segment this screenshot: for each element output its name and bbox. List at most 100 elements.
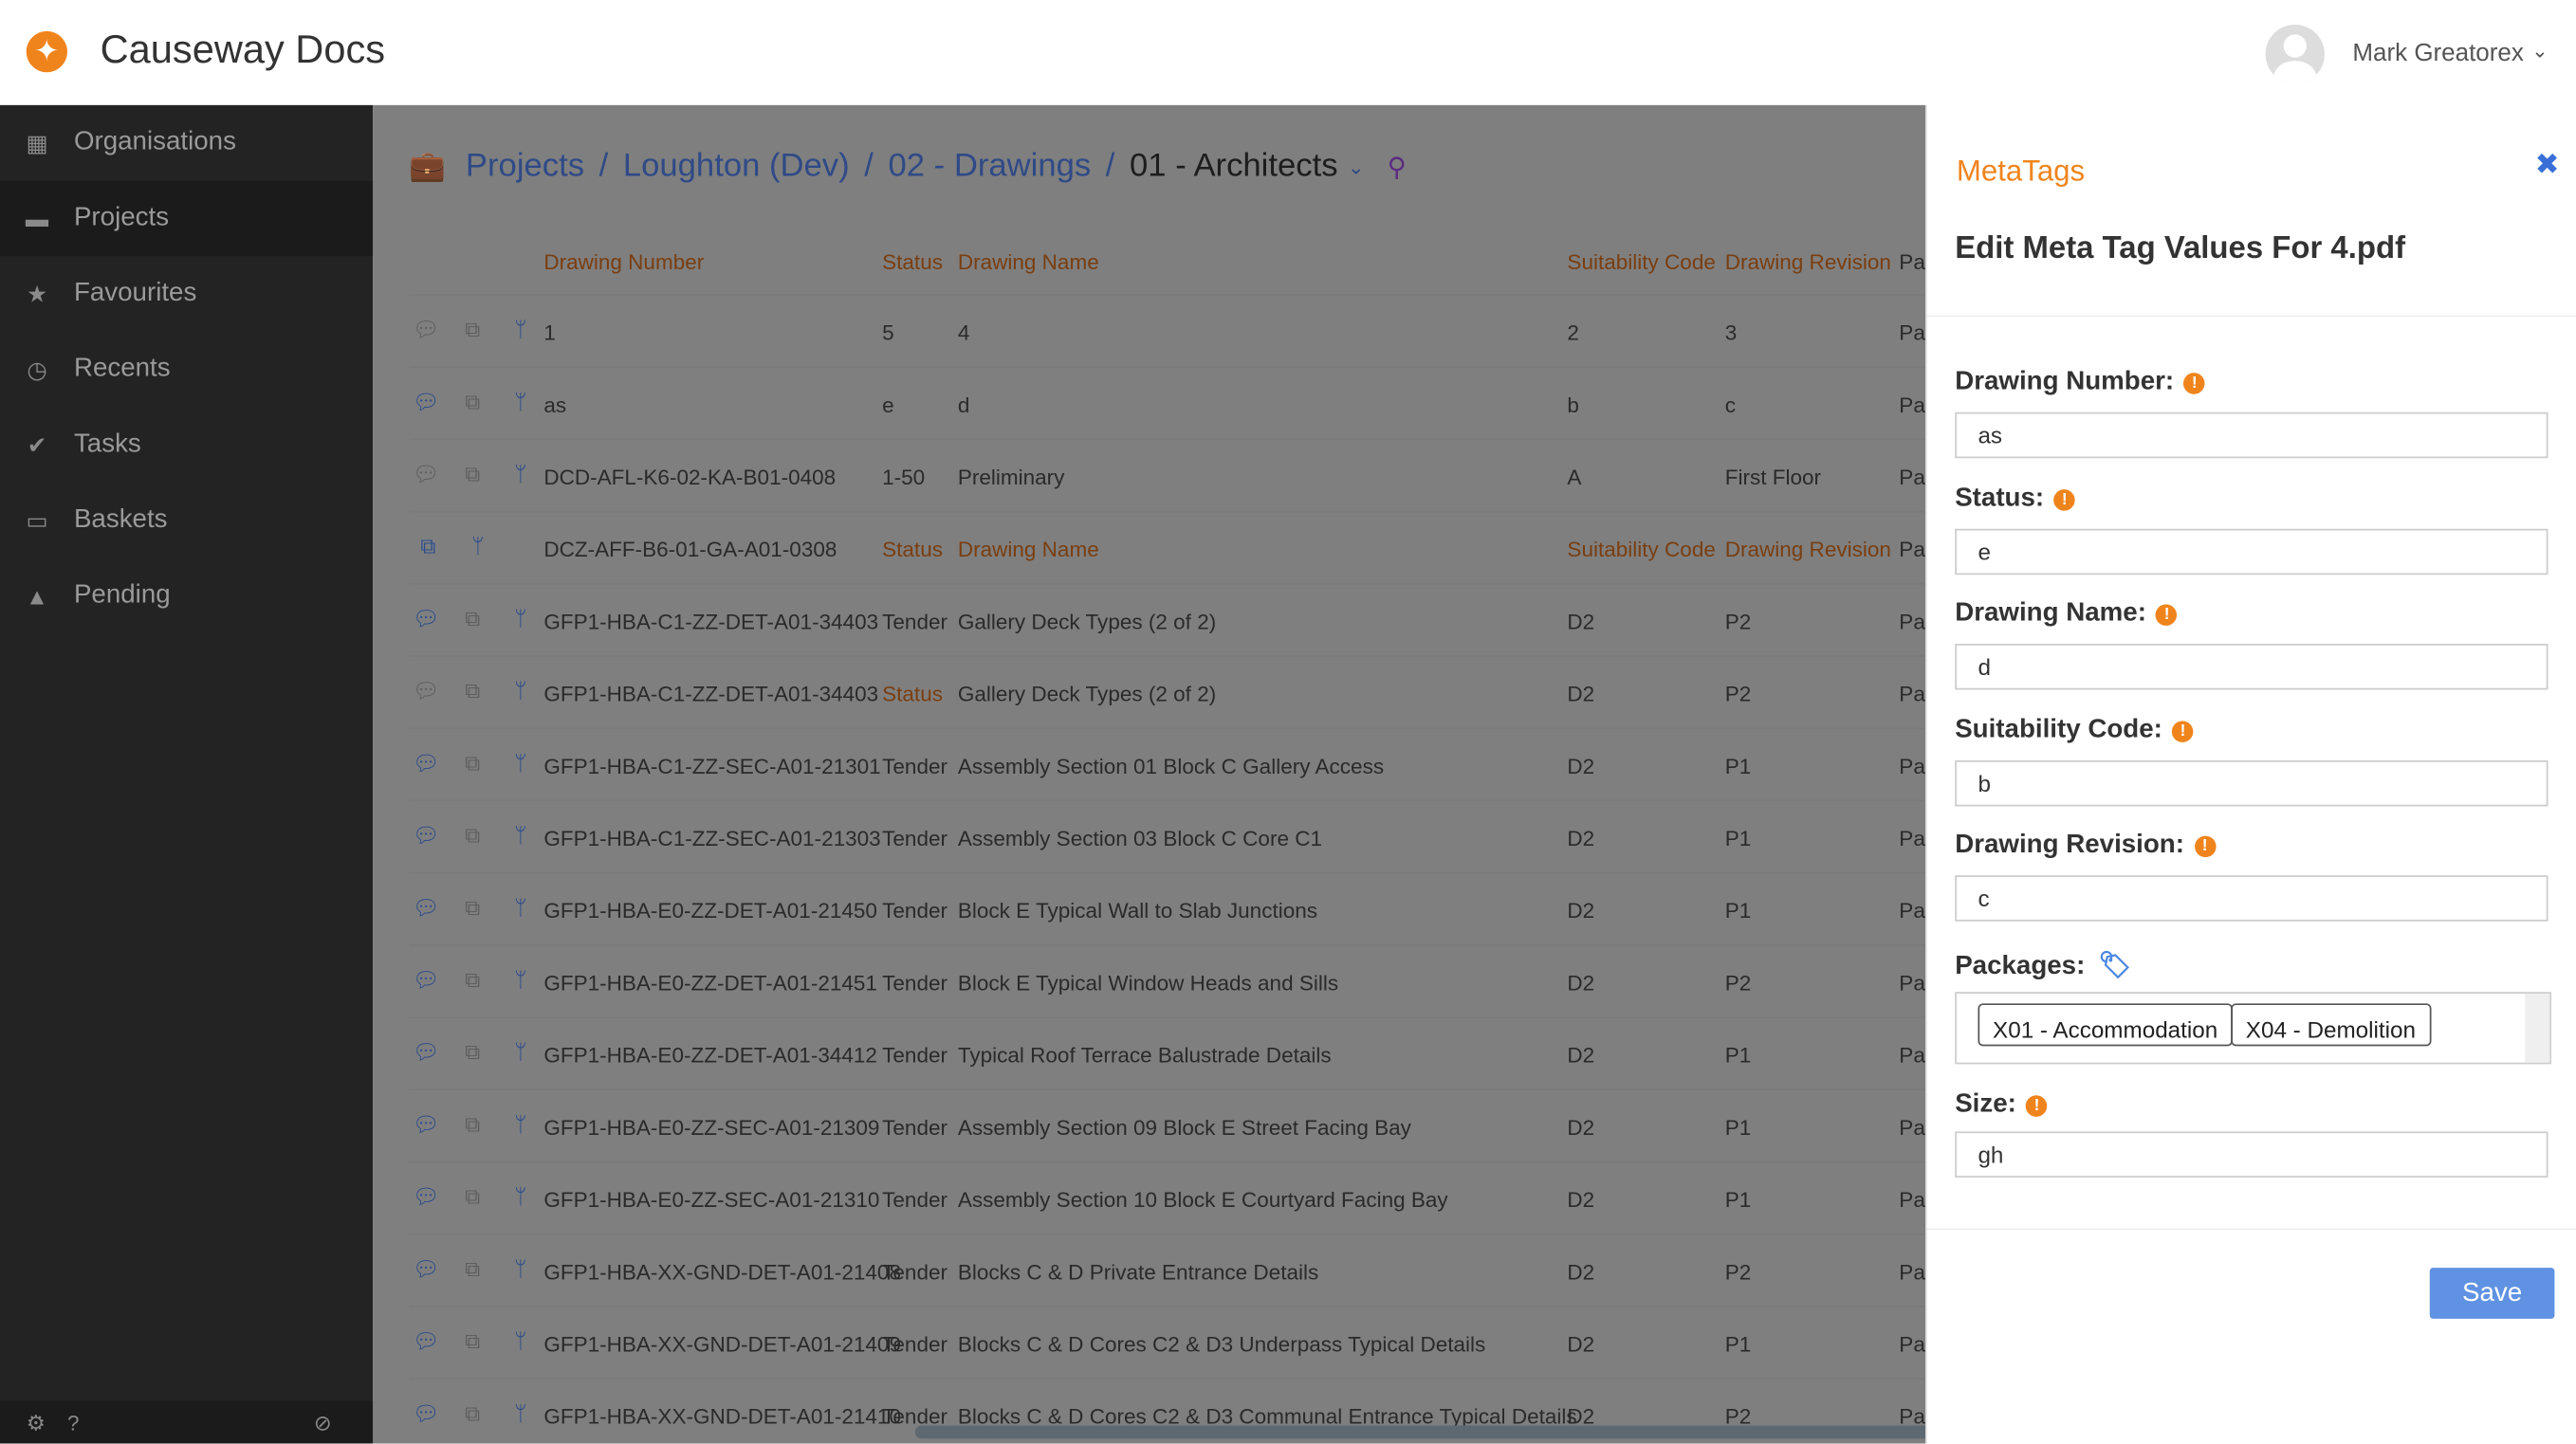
comments-icon[interactable]: 💬︎ [413,751,440,777]
avatar[interactable] [2265,24,2325,84]
packages-input[interactable]: X01 - Accommodation X04 - Demolition [1955,992,2551,1065]
save-button[interactable]: Save [2429,1268,2555,1319]
comments-icon[interactable]: 💬︎ [413,1112,440,1139]
column-header-status[interactable]: Status [882,249,943,274]
gear-icon[interactable]: ⚙ [27,1411,46,1437]
table-row[interactable]: 💬︎ ⧉ ᛘ GFP1-HBA-C1-ZZ-DET-A01-34403 Tender Ga… [409,585,1926,657]
chevron-down-icon[interactable]: ⌄ [1348,155,1364,178]
comments-icon[interactable]: 💬︎ [413,823,440,850]
copy-icon[interactable]: ⧉ [465,462,480,488]
comments-icon[interactable]: 💬︎ [413,895,440,922]
comments-icon[interactable]: 💬︎ [413,462,440,488]
breadcrumb-projects[interactable]: Projects [466,148,584,186]
comments-icon[interactable]: 💬︎ [413,967,440,994]
copy-icon[interactable]: ⧉ [465,678,480,704]
comments-icon[interactable]: 💬︎ [413,678,440,704]
status-field[interactable]: e [1955,528,2548,576]
suitability-code-field[interactable]: b [1955,759,2548,807]
table-row[interactable]: 💬︎ ⧉ ᛘ GFP1-HBA-E0-ZZ-DET-A01-34412 Tender Ty… [409,1018,1926,1091]
column-header-suitability-code[interactable]: Suitability Code [1567,249,1715,274]
breadcrumb-folder[interactable]: 02 - Drawings [888,148,1091,186]
table-row[interactable]: 💬︎ ⧉ ᛘ GFP1-HBA-E0-ZZ-DET-A01-21451 Tender Bl… [409,946,1926,1018]
drawing-name-field[interactable]: d [1955,643,2548,690]
copy-icon[interactable]: ⧉ [465,1400,480,1427]
copy-icon[interactable]: ⧉ [465,606,480,632]
branch-icon[interactable]: ᛘ [514,1256,527,1281]
sidebar-item-baskets[interactable]: ▭ Baskets [0,483,373,558]
comments-icon[interactable]: 💬︎ [413,606,440,632]
branch-icon[interactable]: ᛘ [514,1039,527,1064]
close-icon[interactable]: ✖ [2535,148,2560,182]
column-header-packages[interactable]: Pa [1899,249,1925,274]
branch-icon[interactable]: ᛘ [514,1184,527,1209]
chevron-down-icon[interactable]: ⌄ [2531,40,2548,63]
hide-eye-icon[interactable]: ⊘ [314,1411,332,1437]
comments-icon[interactable]: 💬︎ [413,1328,440,1355]
branch-icon[interactable]: ᛘ [514,678,527,703]
table-row[interactable]: 💬︎ ⧉ ᛘ GFP1-HBA-C1-ZZ-SEC-A01-21301 Tender As… [409,729,1926,802]
copy-icon[interactable]: ⧉ [465,390,480,416]
sidebar-item-favourites[interactable]: ★ Favourites [0,256,373,332]
packages-scrollbar[interactable] [2525,993,2550,1063]
copy-icon[interactable]: ⧉ [420,534,435,560]
copy-icon[interactable]: ⧉ [465,1112,480,1139]
comments-icon[interactable]: 💬︎ [413,1184,440,1211]
sidebar-item-organisations[interactable]: ▦ Organisations [0,105,373,181]
help-icon[interactable]: ? [67,1411,80,1435]
table-row[interactable]: 💬︎ ⧉ ᛘ GFP1-HBA-E0-ZZ-DET-A01-21450 Tender Bl… [409,873,1926,946]
branch-icon[interactable]: ᛘ [514,317,527,341]
tags-icon[interactable]: 🏷 [2098,953,2131,980]
branch-icon[interactable]: ᛘ [514,1112,527,1137]
copy-icon[interactable]: ⧉ [465,823,480,850]
branch-icon[interactable]: ᛘ [514,823,527,848]
sidebar-item-tasks[interactable]: ✔ Tasks [0,408,373,484]
workflow-icon[interactable]: ⚲ [1388,150,1407,183]
comments-icon[interactable]: 💬︎ [413,1256,440,1283]
table-row[interactable]: 💬︎ ⧉ ᛘ GFP1-HBA-XX-GND-DET-A01-21408 Tender B… [409,1235,1926,1307]
size-field[interactable]: gh [1955,1131,2548,1178]
user-menu[interactable]: Mark Greatorex [2352,40,2523,67]
sidebar-item-pending[interactable]: ▲ Pending [0,558,373,634]
package-chip[interactable]: X04 - Demolition [2231,1003,2431,1047]
branch-icon[interactable]: ᛘ [514,1328,527,1353]
branch-icon[interactable]: ᛘ [514,462,527,486]
copy-icon[interactable]: ⧉ [465,1328,480,1355]
table-row[interactable]: 💬︎ ⧉ ᛘ GFP1-HBA-XX-GND-DET-A01-21409 Tender B… [409,1307,1926,1380]
copy-icon[interactable]: ⧉ [465,751,480,777]
copy-icon[interactable]: ⧉ [465,1256,480,1283]
column-header-drawing-name[interactable]: Drawing Name [958,249,1099,274]
copy-icon[interactable]: ⧉ [465,895,480,922]
branch-icon[interactable]: ᛘ [514,751,527,776]
comments-icon[interactable]: 💬︎ [413,1039,440,1066]
sidebar-item-projects[interactable]: ▬ Projects [0,180,374,257]
branch-icon[interactable]: ᛘ [514,967,527,992]
branch-icon[interactable]: ᛘ [514,895,527,920]
comments-icon[interactable]: 💬︎ [413,390,440,416]
branch-icon[interactable]: ᛘ [514,390,527,414]
branch-icon[interactable]: ᛘ [514,606,527,631]
table-row[interactable]: ⧉ ᛘ DCZ-AFF-B6-01-GA-A01-0308 Status Drawing… [409,512,1926,585]
sidebar-item-recents[interactable]: ◷ Recents [0,332,373,408]
horizontal-scrollbar[interactable] [914,1425,1926,1439]
comments-icon[interactable]: 💬︎ [413,317,440,343]
branch-icon[interactable]: ᛘ [514,1400,527,1425]
table-row[interactable]: 💬︎ ⧉ ᛘ 1 5 4 2 3 Pa [409,296,1926,368]
drawing-revision-field[interactable]: c [1955,875,2548,922]
breadcrumb-project[interactable]: Loughton (Dev) [623,148,850,186]
copy-icon[interactable]: ⧉ [465,967,480,994]
table-row[interactable]: 💬︎ ⧉ ᛘ GFP1-HBA-C1-ZZ-SEC-A01-21303 Tender As… [409,801,1926,874]
table-row[interactable]: 💬︎ ⧉ ᛘ GFP1-HBA-E0-ZZ-SEC-A01-21310 Tender As… [409,1162,1926,1235]
table-row[interactable]: 💬︎ ⧉ ᛘ as e d b c Pa [409,368,1926,441]
table-row[interactable]: 💬︎ ⧉ ᛘ GFP1-HBA-E0-ZZ-SEC-A01-21309 Tender As… [409,1090,1926,1163]
package-chip[interactable]: X01 - Accommodation [1978,1003,2233,1047]
table-row[interactable]: 💬︎ ⧉ ᛘ DCD-AFL-K6-02-KA-B01-0408 1-50 Prelimi… [409,440,1926,513]
column-header-drawing-revision[interactable]: Drawing Revision [1725,249,1891,274]
comments-icon[interactable]: 💬︎ [413,1400,440,1427]
copy-icon[interactable]: ⧉ [465,1184,480,1211]
column-header-drawing-number[interactable]: Drawing Number [543,249,704,274]
copy-icon[interactable]: ⧉ [465,1039,480,1066]
table-row[interactable]: 💬︎ ⧉ ᛘ GFP1-HBA-C1-ZZ-DET-A01-34403 Status Ga… [409,657,1926,730]
copy-icon[interactable]: ⧉ [465,317,480,343]
drawing-number-field[interactable]: as [1955,411,2548,459]
branch-icon[interactable]: ᛘ [471,534,485,558]
